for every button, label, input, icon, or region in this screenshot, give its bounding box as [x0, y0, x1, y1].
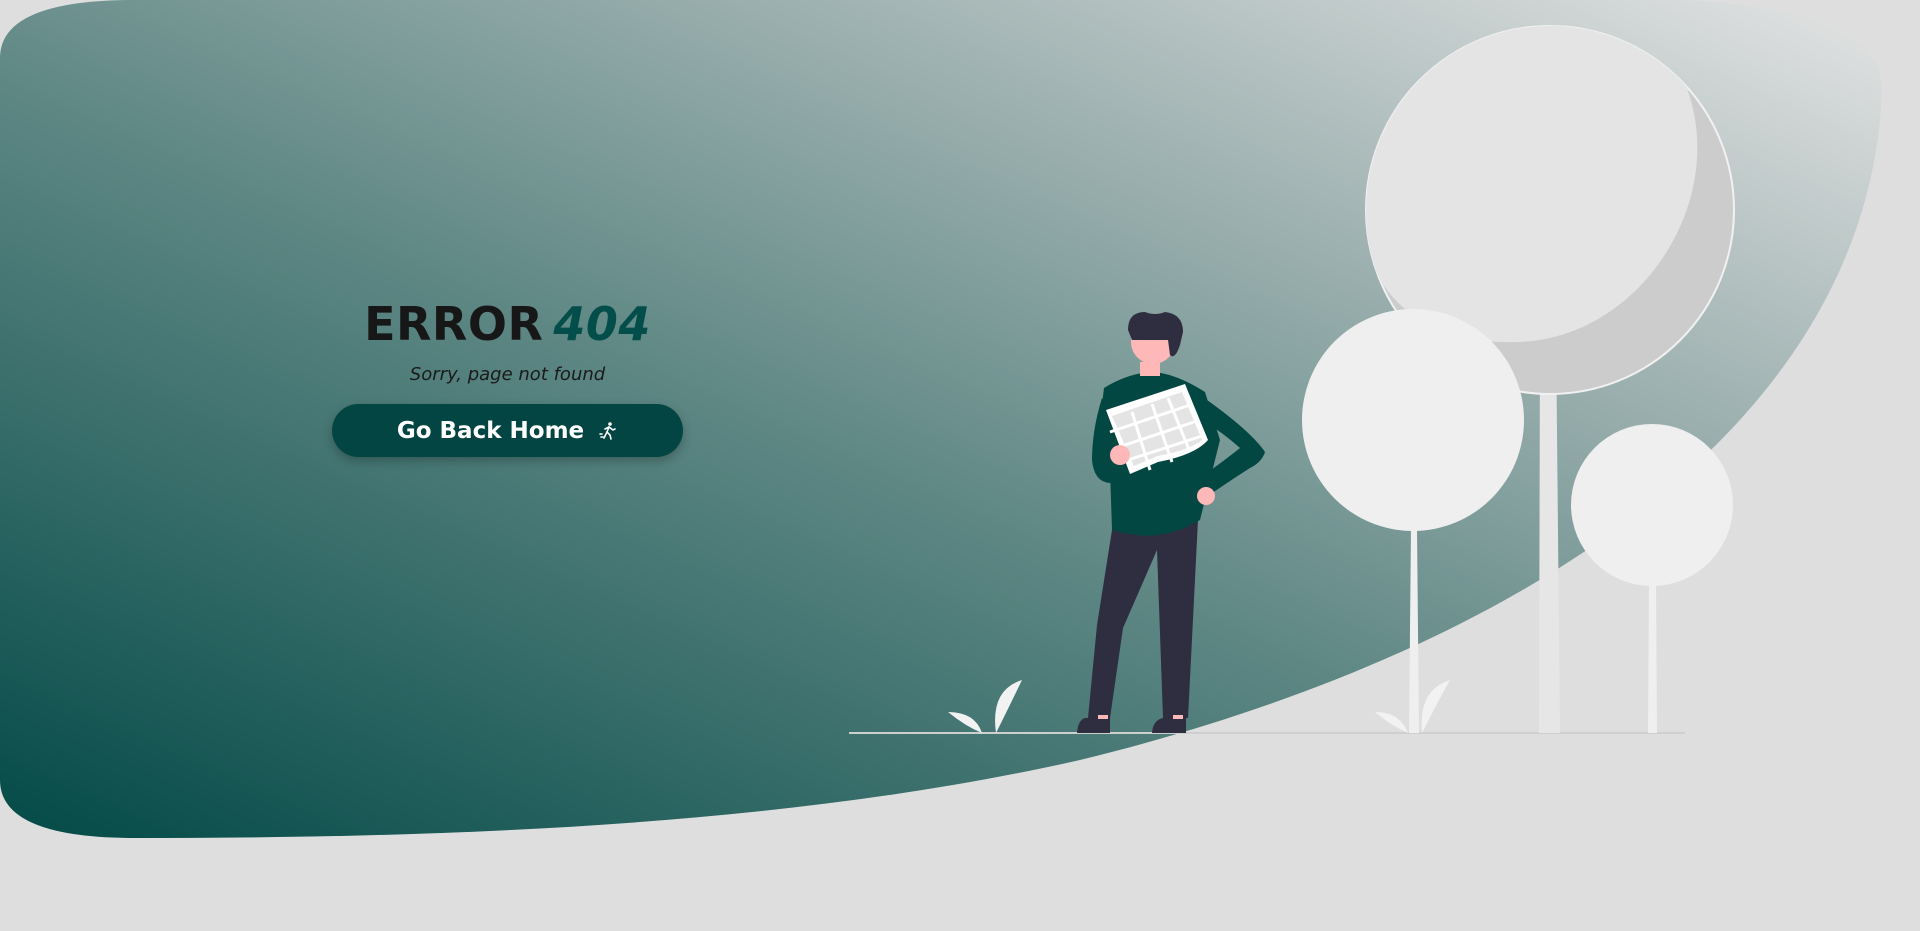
person-walking-icon	[598, 421, 618, 441]
medium-tree	[1302, 309, 1524, 733]
go-back-home-label: Go Back Home	[396, 417, 585, 444]
error-subtitle: Sorry, page not found	[409, 364, 606, 385]
error-code: 404	[553, 297, 651, 351]
go-back-home-button[interactable]: Go Back Home	[332, 404, 683, 457]
error-title: ERROR 404	[332, 296, 683, 352]
error-label: ERROR	[364, 297, 544, 351]
error-404-page: ERROR 404 Sorry, page not found Go Back H…	[0, 0, 1920, 931]
lost-person-illustration	[849, 25, 1735, 734]
person-holding-map	[1077, 312, 1265, 733]
plant-left	[948, 680, 1022, 733]
small-tree	[1571, 424, 1733, 733]
error-message-block: ERROR 404 Sorry, page not found Go Back H…	[332, 296, 683, 457]
